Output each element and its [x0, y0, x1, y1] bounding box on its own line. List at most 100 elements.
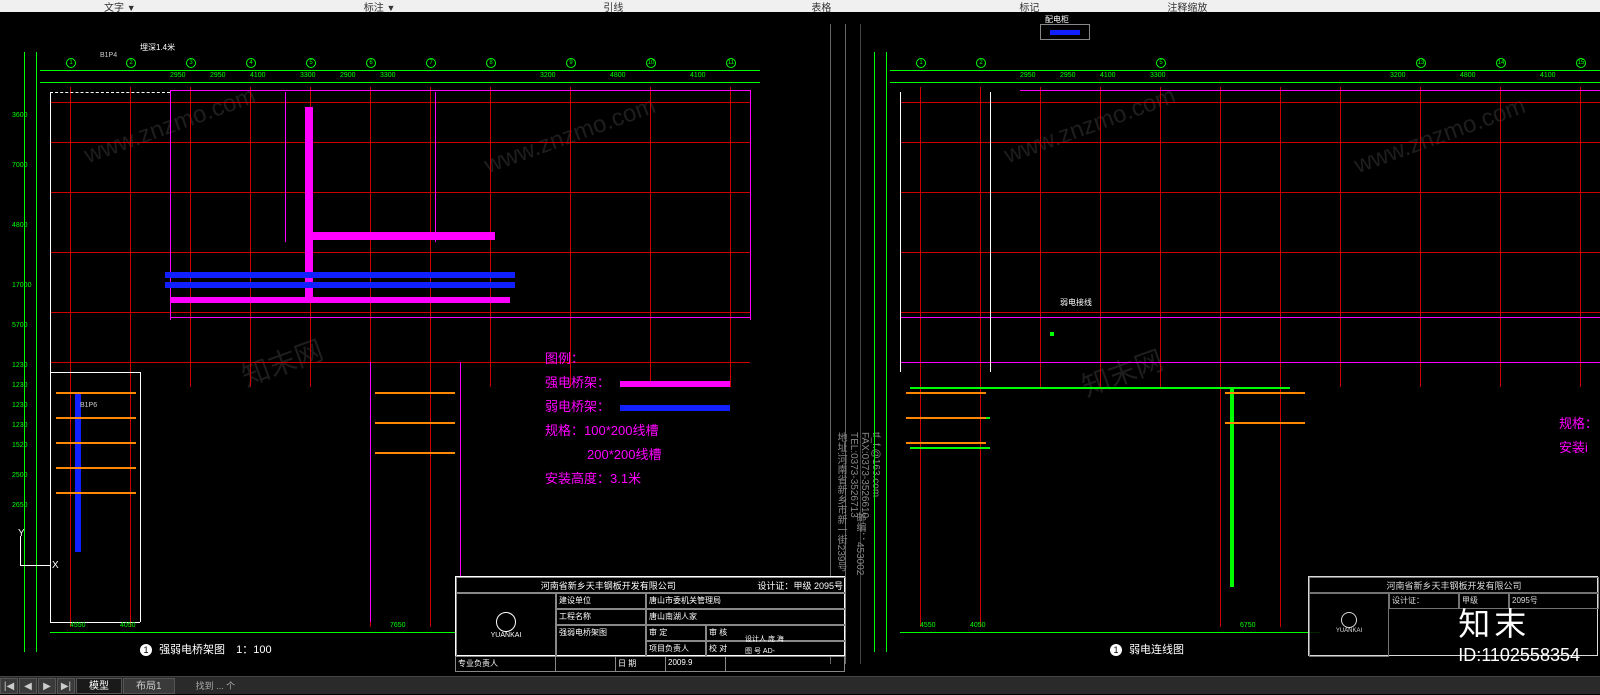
- grid-line: [920, 87, 921, 627]
- cad-canvas[interactable]: www.znzmo.com www.znzmo.com www.znzmo.co…: [0, 12, 1600, 676]
- dim-value: 4100: [1100, 72, 1116, 79]
- grid-line: [1100, 87, 1101, 387]
- tb-sheetno: 图 号 AD-: [745, 646, 775, 656]
- grid-line: [900, 192, 1600, 193]
- wall-line: [370, 362, 371, 622]
- wall-line: [990, 92, 991, 372]
- legend-height-row: 安装高度：3.1米: [545, 467, 730, 491]
- tab-last-button[interactable]: ▶|: [57, 678, 75, 694]
- sheet-divider: [830, 24, 831, 664]
- tab-prev-button[interactable]: ◀: [19, 678, 37, 694]
- room-label: B1P6: [80, 402, 97, 409]
- grid-line: [70, 87, 71, 627]
- tb-examine: 审 定: [646, 625, 706, 641]
- strong-cable-tray: [305, 232, 495, 240]
- fixture: [375, 392, 455, 394]
- dim-value: 4550: [70, 622, 86, 629]
- dim-line: [36, 52, 37, 652]
- grid-line: [1040, 87, 1041, 387]
- wall-line: [50, 372, 140, 373]
- dim-value: 1230: [12, 422, 28, 429]
- fixture: [1225, 422, 1305, 424]
- grid-line: [1340, 87, 1341, 387]
- dim-value: 2900: [340, 72, 356, 79]
- grid-line: [570, 87, 571, 387]
- axis-label: 7: [426, 58, 436, 68]
- grid-line: [900, 142, 1600, 143]
- fixture: [56, 417, 136, 419]
- dim-value: 17000: [12, 282, 31, 289]
- tab-model[interactable]: 模型: [76, 678, 122, 694]
- axis-label: 4: [246, 58, 256, 68]
- grid-line: [1220, 87, 1221, 627]
- dim-value: 1230: [12, 402, 28, 409]
- dim-line: [890, 70, 1600, 71]
- wall-line: [50, 92, 170, 93]
- wall-line: [1020, 90, 1600, 91]
- dim-value: 2950: [170, 72, 186, 79]
- grid-line: [900, 312, 1600, 313]
- grid-line: [250, 87, 251, 387]
- tb-sheet-name: 强弱电桥架图: [556, 625, 646, 657]
- ucs-x-label: X: [52, 560, 59, 571]
- drawing-right-plan: 配电柜 2950 2950 4100 3300 3200 4800 4100: [860, 22, 1600, 662]
- tb-logo: YUANKAI: [456, 593, 556, 657]
- axis-label: 2: [126, 58, 136, 68]
- grid-line: [430, 87, 431, 627]
- title-block-left: 河南省新乡天丰钢板开发有限公司 设计证：甲级 2095号 YUANKAI 建设单…: [455, 576, 845, 656]
- dim-value: 4100: [690, 72, 706, 79]
- legend-spec-row: 规格：100*200线槽: [545, 419, 730, 443]
- wall-line: [170, 90, 750, 91]
- grid-line: [50, 142, 750, 143]
- wall-line: [435, 92, 436, 242]
- fixture: [906, 392, 986, 394]
- drawing-left-plan: 2950 2950 4100 3300 2900 3300 3200 4800 …: [10, 22, 790, 662]
- tab-layout1[interactable]: 布局1: [123, 678, 175, 694]
- tb-cert-label: 设计证：: [1389, 593, 1459, 609]
- axis-label: 3: [186, 58, 196, 68]
- dim-value: 2950: [210, 72, 226, 79]
- ucs-y-axis: [20, 536, 21, 566]
- panel-box: [1040, 24, 1090, 40]
- tab-first-button[interactable]: |◀: [0, 678, 18, 694]
- dim-value: 7650: [390, 622, 406, 629]
- axis-label: 5: [306, 58, 316, 68]
- fixture: [375, 422, 455, 424]
- dim-value: 2500: [12, 472, 28, 479]
- dim-value: 3300: [1150, 72, 1166, 79]
- dim-value: 4800: [610, 72, 626, 79]
- dim-line: [40, 82, 760, 83]
- grid-line: [1580, 87, 1581, 387]
- depth-label: 埋深1.4米: [140, 42, 175, 53]
- grid-line: [1500, 87, 1501, 387]
- dim-value: 4100: [1540, 72, 1556, 79]
- fixture: [1225, 392, 1305, 394]
- grid-line: [190, 87, 191, 387]
- dim-value: 1520: [12, 442, 28, 449]
- weak-cable-tray: [75, 392, 81, 552]
- panel-indicator: [1050, 30, 1080, 35]
- dim-value: 4800: [12, 222, 28, 229]
- wall-line: [50, 92, 51, 372]
- dim-value: 3200: [540, 72, 556, 79]
- grid-line: [980, 87, 981, 627]
- dim-value: 7000: [12, 162, 28, 169]
- title-number-icon: 1: [1110, 644, 1122, 656]
- weak-wire: [1230, 387, 1234, 587]
- tab-next-button[interactable]: ▶: [38, 678, 56, 694]
- dim-value: 5700: [12, 322, 28, 329]
- grid-line: [50, 192, 750, 193]
- dim-value: 4800: [1460, 72, 1476, 79]
- bottom-tab-bar: |◀ ◀ ▶ ▶| 模型 布局1 找到 ... 个: [0, 676, 1600, 694]
- wall-line: [285, 92, 286, 242]
- brand-id: ID:1102558354: [1458, 645, 1580, 666]
- wall-line: [900, 92, 901, 372]
- axis-label: 6: [366, 58, 376, 68]
- tb-project: 唐山南湖人家: [646, 609, 846, 625]
- tb-company: 河南省新乡天丰钢板开发有限公司 设计证：甲级 2095号: [456, 577, 846, 593]
- chevron-down-icon: ▼: [127, 3, 136, 13]
- wall-line: [170, 317, 750, 318]
- grid-line: [1420, 87, 1421, 387]
- weak-wire: [910, 447, 990, 449]
- wall-line: [900, 317, 1600, 318]
